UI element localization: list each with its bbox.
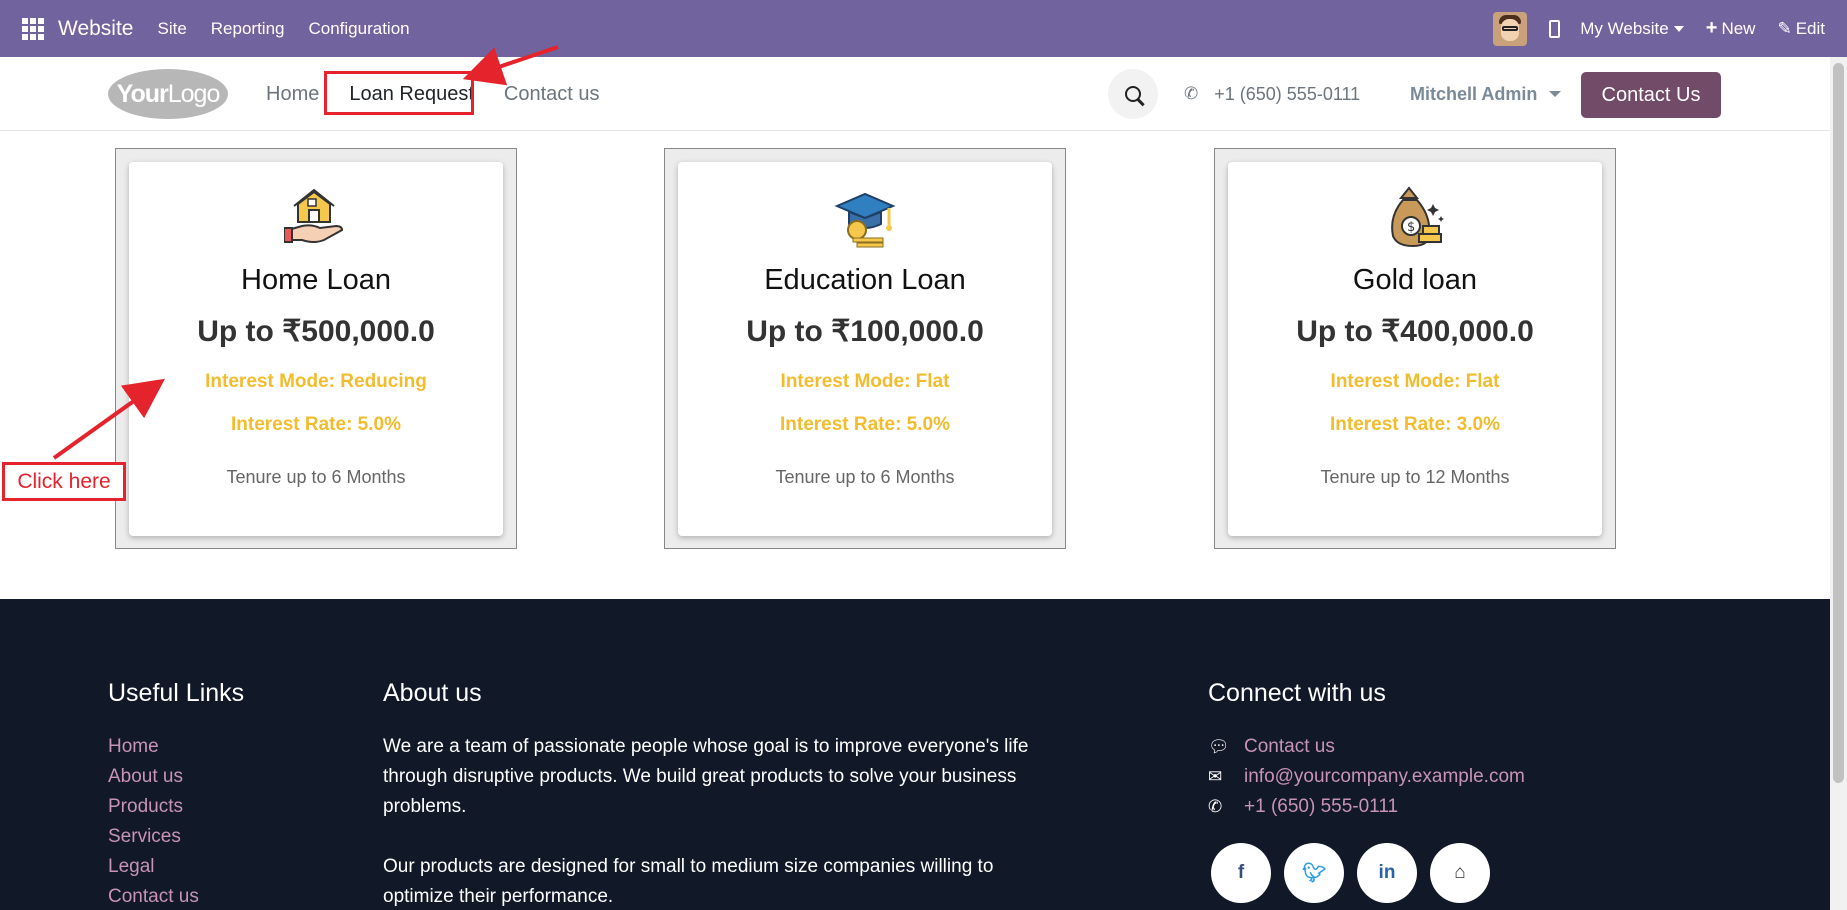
connect-phone-label: +1 (650) 555-0111 — [1244, 796, 1399, 817]
loan-card-frame: $ Gold loan Up to ₹400,000.0 Interest Mo… — [1214, 148, 1616, 549]
about-us-text: We are a team of passionate people whose… — [383, 732, 1043, 910]
page-scrollbar[interactable] — [1830, 57, 1847, 910]
interest-mode: Interest Mode: Reducing — [205, 371, 427, 392]
loan-amount: Up to ₹100,000.0 — [746, 315, 984, 348]
loan-title: Education Loan — [764, 264, 966, 296]
caret-down-icon — [1549, 91, 1562, 97]
site-header: Your Logo Home Loan Request Contact us ✆ … — [0, 57, 1830, 131]
user-name: Mitchell Admin — [1410, 83, 1538, 104]
interest-mode: Interest Mode: Flat — [1330, 371, 1500, 392]
admin-topbar: Website Site Reporting Configuration My … — [0, 0, 1847, 57]
scrollbar-thumb[interactable] — [1833, 63, 1844, 783]
useful-links-list: Home About us Products Services Legal Co… — [108, 732, 199, 910]
loan-card-frame: Home Loan Up to ₹500,000.0 Interest Mode… — [115, 148, 517, 549]
loan-card-home[interactable]: Home Loan Up to ₹500,000.0 Interest Mode… — [129, 162, 503, 536]
footer-link-services[interactable]: Services — [108, 822, 199, 852]
connect-phone[interactable]: ✆ +1 (650) 555-0111 — [1208, 792, 1525, 822]
loan-amount: Up to ₹400,000.0 — [1296, 315, 1534, 348]
home-icon[interactable]: ⌂ — [1430, 843, 1490, 903]
mobile-preview-icon[interactable] — [1549, 19, 1561, 38]
app-name[interactable]: Website — [58, 17, 133, 41]
footer-link-products[interactable]: Products — [108, 792, 199, 822]
header-phone[interactable]: ✆ +1 (650) 555-0111 — [1184, 57, 1360, 131]
edit-label: Edit — [1795, 18, 1825, 38]
click-here-annotation: Click here — [2, 462, 126, 501]
nav-home[interactable]: Home — [256, 83, 329, 106]
plus-icon: + — [1705, 17, 1718, 39]
new-button[interactable]: + New — [1706, 17, 1756, 40]
loan-title: Home Loan — [241, 264, 391, 296]
apps-grid-icon[interactable] — [22, 17, 44, 40]
connect-contact-label: Contact us — [1244, 736, 1335, 757]
caret-down-icon — [1673, 25, 1684, 32]
loan-tenure: Tenure up to 6 Months — [775, 467, 955, 487]
footer-link-contact-us[interactable]: Contact us — [108, 882, 199, 910]
phone-icon: ✆ — [1184, 84, 1199, 103]
facebook-icon[interactable]: f — [1211, 843, 1271, 903]
loan-card-frame: Education Loan Up to ₹100,000.0 Interest… — [664, 148, 1066, 549]
about-paragraph: We are a team of passionate people whose… — [383, 736, 1029, 817]
connect-email[interactable]: ✉ info@yourcompany.example.com — [1208, 762, 1525, 792]
annotation-highlight-box — [324, 71, 474, 115]
house-in-hand-icon — [283, 186, 348, 250]
svg-text:$: $ — [1407, 220, 1415, 235]
connect-list: 💬︎ Contact us ✉ info@yourcompany.example… — [1208, 732, 1525, 822]
interest-rate: Interest Rate: 5.0% — [779, 414, 950, 435]
logo-thin: Logo — [167, 79, 221, 108]
menu-site[interactable]: Site — [157, 19, 186, 39]
logo-bold: Your — [116, 79, 169, 108]
avatar[interactable] — [1493, 11, 1528, 46]
site-logo[interactable]: Your Logo — [108, 69, 228, 119]
pencil-icon: ✎ — [1777, 18, 1792, 38]
graduation-cap-icon — [833, 186, 897, 250]
my-website-dropdown[interactable]: My Website — [1580, 19, 1684, 39]
twitter-icon[interactable]: 🐦︎ — [1284, 843, 1344, 903]
about-us-title: About us — [383, 679, 482, 707]
menu-configuration[interactable]: Configuration — [309, 19, 410, 39]
loan-title: Gold loan — [1352, 264, 1478, 296]
footer-link-about-us[interactable]: About us — [108, 762, 199, 792]
loan-card-gold[interactable]: $ Gold loan Up to ₹400,000.0 Interest Mo… — [1228, 162, 1602, 536]
my-website-label: My Website — [1580, 18, 1669, 38]
interest-rate: Interest Rate: 3.0% — [1329, 414, 1500, 435]
interest-mode: Interest Mode: Flat — [780, 371, 950, 392]
useful-links-title: Useful Links — [108, 679, 245, 707]
header-phone-number: +1 (650) 555-0111 — [1214, 83, 1361, 104]
social-buttons: f 🐦︎ in ⌂ — [1211, 843, 1503, 903]
user-menu[interactable]: Mitchell Admin — [1410, 57, 1562, 131]
loan-tenure: Tenure up to 12 Months — [1320, 467, 1510, 487]
new-label: New — [1721, 18, 1756, 38]
menu-reporting[interactable]: Reporting — [211, 19, 285, 39]
connect-title: Connect with us — [1208, 679, 1386, 707]
phone-icon: ✆ — [1208, 797, 1223, 816]
connect-contact-us[interactable]: 💬︎ Contact us — [1208, 732, 1525, 762]
connect-email-label: info@yourcompany.example.com — [1244, 766, 1525, 787]
envelope-icon: ✉ — [1208, 767, 1223, 786]
footer-link-legal[interactable]: Legal — [108, 852, 199, 882]
linkedin-icon[interactable]: in — [1357, 843, 1417, 903]
nav-contact-us[interactable]: Contact us — [494, 83, 610, 106]
loan-tenure: Tenure up to 6 Months — [226, 467, 406, 487]
contact-us-button[interactable]: Contact Us — [1581, 72, 1721, 118]
footer-link-home[interactable]: Home — [108, 732, 199, 762]
about-paragraph: Our products are designed for small to m… — [383, 856, 994, 907]
money-bag-gold-icon: $ — [1383, 186, 1447, 250]
loan-amount: Up to ₹500,000.0 — [197, 315, 435, 348]
interest-rate: Interest Rate: 5.0% — [230, 414, 401, 435]
admin-menu: Site Reporting Configuration — [145, 19, 421, 39]
search-button[interactable] — [1108, 69, 1158, 119]
comment-icon: 💬︎ — [1208, 737, 1230, 756]
edit-button[interactable]: ✎ Edit — [1777, 19, 1825, 39]
loan-card-education[interactable]: Education Loan Up to ₹100,000.0 Interest… — [678, 162, 1052, 536]
site-footer: Useful Links Home About us Products Serv… — [0, 599, 1830, 910]
admin-topbar-right: My Website + New ✎ Edit — [1493, 0, 1847, 57]
search-icon — [1125, 86, 1141, 102]
